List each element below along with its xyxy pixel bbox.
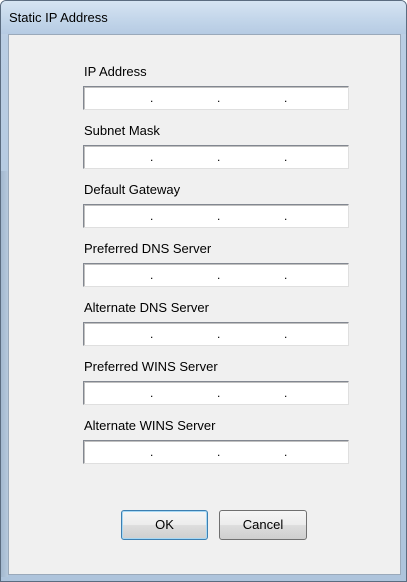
ip-separator: . <box>217 150 221 164</box>
ip-separator: . <box>150 150 154 164</box>
ip-separator: . <box>217 327 221 341</box>
ip-separator: . <box>150 327 154 341</box>
title-bar[interactable]: Static IP Address <box>1 1 406 34</box>
ip-separator: . <box>217 445 221 459</box>
ip-separator: . <box>150 91 154 105</box>
window-title: Static IP Address <box>9 10 108 25</box>
ip-separator: . <box>217 268 221 282</box>
static-ip-dialog: Static IP Address IP Address . . . Subne… <box>0 0 407 582</box>
alternate-wins-field[interactable]: . . . <box>83 440 349 464</box>
default-gateway-label: Default Gateway <box>84 182 181 197</box>
ok-button[interactable]: OK <box>121 510 208 540</box>
ip-separator: . <box>284 150 288 164</box>
ip-separator: . <box>217 209 221 223</box>
subnet-mask-field[interactable]: . . . <box>83 145 349 169</box>
window-frame-left <box>1 171 8 577</box>
ip-separator: . <box>284 327 288 341</box>
preferred-wins-label: Preferred WINS Server <box>84 359 218 374</box>
preferred-dns-label: Preferred DNS Server <box>84 241 212 256</box>
ip-separator: . <box>150 268 154 282</box>
ip-separator: . <box>284 268 288 282</box>
alternate-dns-field[interactable]: . . . <box>83 322 349 346</box>
ip-separator: . <box>217 386 221 400</box>
preferred-wins-field[interactable]: . . . <box>83 381 349 405</box>
ip-separator: . <box>150 445 154 459</box>
ip-separator: . <box>284 209 288 223</box>
default-gateway-field[interactable]: . . . <box>83 204 349 228</box>
ip-separator: . <box>150 209 154 223</box>
ip-separator: . <box>284 91 288 105</box>
subnet-mask-label: Subnet Mask <box>84 123 160 138</box>
ip-separator: . <box>284 386 288 400</box>
ip-separator: . <box>284 445 288 459</box>
ip-separator: . <box>150 386 154 400</box>
preferred-dns-field[interactable]: . . . <box>83 263 349 287</box>
cancel-button[interactable]: Cancel <box>219 510 307 540</box>
alternate-dns-label: Alternate DNS Server <box>84 300 209 315</box>
dialog-body: IP Address . . . Subnet Mask . . . Defau… <box>8 34 401 575</box>
ip-separator: . <box>217 91 221 105</box>
ip-address-label: IP Address <box>84 64 147 79</box>
alternate-wins-label: Alternate WINS Server <box>84 418 216 433</box>
ip-address-field[interactable]: . . . <box>83 86 349 110</box>
